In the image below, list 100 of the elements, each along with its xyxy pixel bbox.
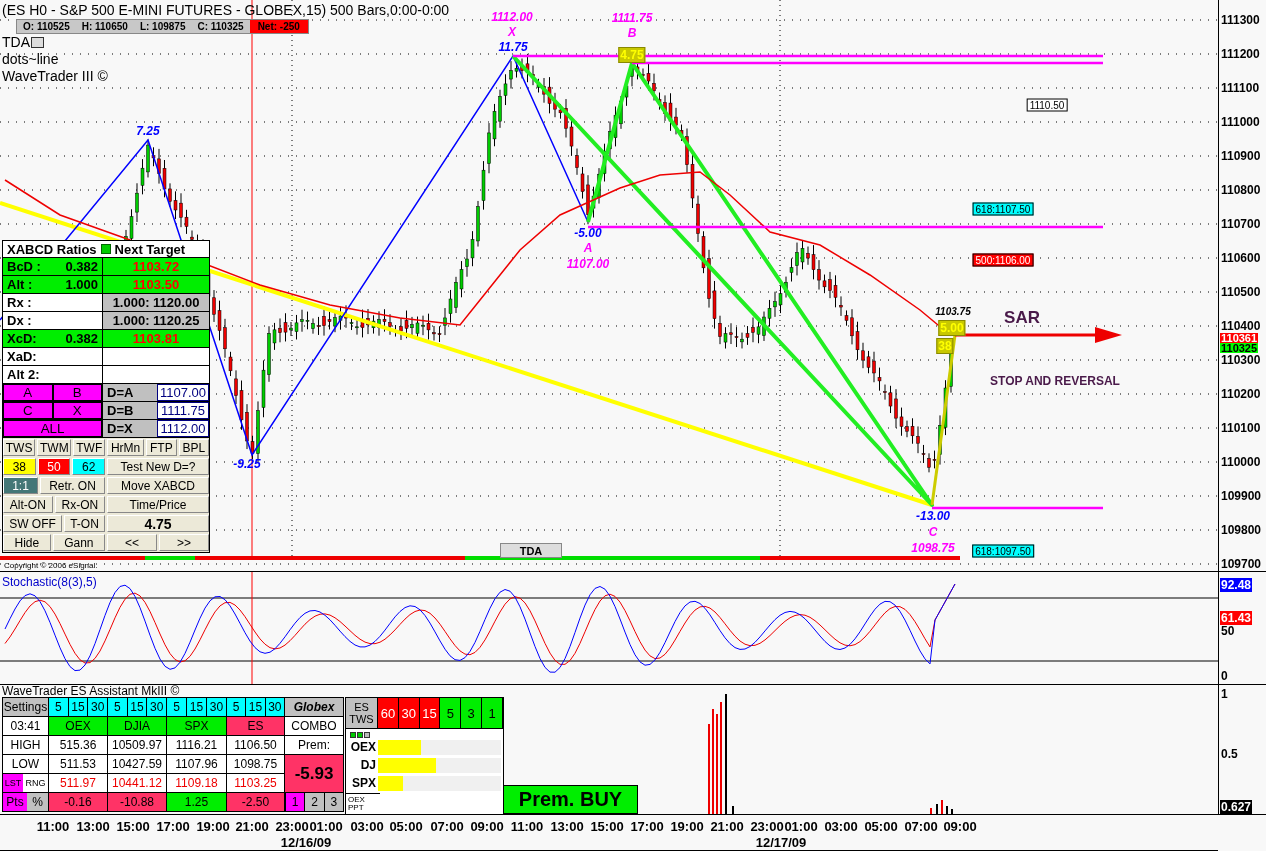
axis-label: 111000 — [1221, 115, 1260, 129]
settings-button[interactable]: Settings — [2, 697, 49, 717]
point-label: B — [627, 26, 637, 40]
window-icon[interactable] — [31, 37, 44, 48]
interval-button[interactable]: 15 — [186, 698, 206, 716]
point-button[interactable]: X — [52, 402, 102, 419]
toggle-button[interactable]: 1:1 — [3, 477, 38, 494]
panel-button[interactable]: Hide — [3, 534, 51, 551]
target-value: 1.000: 1120.25 — [103, 312, 209, 329]
panel-button[interactable]: T-ON — [64, 515, 105, 532]
interval-button[interactable]: 5 — [108, 698, 127, 716]
ratio-value: 1.000 — [65, 277, 98, 292]
date-label: 12/16/09 — [280, 834, 332, 850]
panel-button[interactable]: BPL — [178, 439, 209, 456]
panel-button[interactable]: Test New D=? — [107, 458, 209, 475]
axis-label: 110800 — [1221, 183, 1261, 197]
interval-button[interactable]: 5 — [167, 698, 186, 716]
interval-button[interactable]: 30 — [264, 698, 284, 716]
timeframe-cell: 30 — [398, 698, 420, 728]
interval-button[interactable]: 30 — [146, 698, 166, 716]
color-button[interactable]: 50 — [37, 458, 71, 475]
interval-button[interactable]: 5 — [49, 698, 68, 716]
target-value: 1103.50 — [131, 276, 181, 293]
axis-label: 110700 — [1221, 217, 1261, 231]
panel-button[interactable]: Alt-ON — [3, 496, 53, 513]
ohlc-value: H: 110650 — [80, 20, 129, 33]
panel-button[interactable]: SW OFF — [3, 515, 62, 532]
time-label: 01:00 — [309, 818, 343, 834]
panel-button[interactable]: Gann — [52, 534, 105, 551]
table-cell: 1106.50 — [226, 735, 285, 755]
clock-text: 03:41 — [2, 716, 49, 736]
page-button[interactable]: 1 — [285, 793, 305, 811]
combo-label: COMBO — [284, 716, 344, 736]
swing-label: -9.25 — [233, 457, 261, 471]
table-cell: 511.53 — [48, 754, 108, 774]
axis-label: 110300 — [1221, 353, 1261, 367]
point-button[interactable]: C — [3, 402, 53, 419]
rule-label: D=B — [103, 402, 157, 419]
tda-button[interactable]: TDA — [500, 543, 562, 558]
swing-label: 7.25 — [136, 124, 160, 138]
square-icon — [100, 244, 111, 254]
point-button[interactable]: A — [3, 384, 53, 401]
panel-button[interactable]: TWM — [37, 439, 72, 456]
copyright-text: Copyright © 2006 eSignal. — [4, 561, 98, 570]
interval-button[interactable]: 15 — [67, 698, 88, 716]
axis-label: 0.5 — [1221, 747, 1238, 761]
target-value: 1103.81 — [131, 330, 181, 347]
ohlc-value: L: 109875 — [138, 20, 187, 33]
interval-button[interactable]: 15 — [126, 698, 147, 716]
panel-button[interactable]: << — [107, 534, 157, 551]
panel-button[interactable]: TWF — [73, 439, 105, 456]
target-value: 1.000: 1120.00 — [103, 294, 209, 311]
time-label: 11:00 — [36, 818, 70, 834]
panel-button[interactable]: Rx-ON — [54, 496, 105, 513]
panel-heading: Next Target — [114, 241, 186, 257]
axis-label: 0 — [1221, 669, 1228, 683]
timeframe-cell: 3 — [461, 698, 483, 728]
ratio-label: Alt 2: — [7, 367, 40, 382]
time-label: 07:00 — [904, 818, 938, 834]
ratio-label: XaD: — [7, 349, 37, 364]
swing-label: -5.00 — [574, 226, 602, 240]
time-label: 15:00 — [116, 818, 150, 834]
axis-label: 110600 — [1221, 251, 1261, 265]
time-label: 01:00 — [784, 818, 818, 834]
axis-label: 111300 — [1221, 13, 1260, 27]
page-button[interactable]: 2 — [304, 793, 324, 811]
point-label: 1111.75 — [611, 11, 653, 25]
timeframe-cell: 1 — [482, 698, 503, 728]
panel-button[interactable]: Time/Price — [107, 496, 209, 513]
time-label: 15:00 — [590, 818, 624, 834]
panel-button[interactable]: Move XABCD — [107, 477, 209, 494]
value-display: 4.75 — [107, 515, 209, 532]
indicator-icon — [350, 732, 370, 738]
panel-button[interactable]: >> — [159, 534, 209, 551]
panel-button[interactable]: HrMn — [107, 439, 145, 456]
target-value: 1112.00 — [157, 420, 209, 437]
interval-button[interactable]: 15 — [245, 698, 265, 716]
table-cell: 511.97 — [48, 773, 108, 793]
color-button[interactable]: 38 — [3, 458, 36, 475]
panel-button[interactable]: FTP — [146, 439, 177, 456]
target-value: 1103.72 — [131, 258, 181, 275]
ratio-label: Rx : — [7, 295, 32, 310]
study-label: dots~line — [2, 51, 59, 68]
ratio-label: Dx : — [7, 313, 32, 328]
interval-button[interactable]: 5 — [227, 698, 246, 716]
table-cell: 10441.12 — [107, 773, 167, 793]
prem-value: -5.93 — [284, 754, 344, 793]
level-tag: 1110.50 — [1026, 98, 1068, 112]
chart-title: (ES H0 - S&P 500 E-MINI FUTURES - GLOBEX,15) 500 Bars,0:00-0:00 — [2, 1, 450, 19]
interval-button[interactable]: 30 — [87, 698, 107, 716]
color-button[interactable]: 62 — [72, 458, 105, 475]
point-button[interactable]: ALL — [3, 420, 102, 437]
time-label: 13:00 — [550, 818, 584, 834]
swing-label: -13.00 — [916, 509, 950, 523]
panel-button[interactable]: Retr. ON — [40, 477, 105, 494]
panel-button[interactable]: TWS — [3, 439, 36, 456]
page-button[interactable]: 3 — [323, 793, 343, 811]
interval-button[interactable]: 30 — [206, 698, 226, 716]
point-button[interactable]: B — [52, 384, 102, 401]
time-label: 09:00 — [470, 818, 504, 834]
